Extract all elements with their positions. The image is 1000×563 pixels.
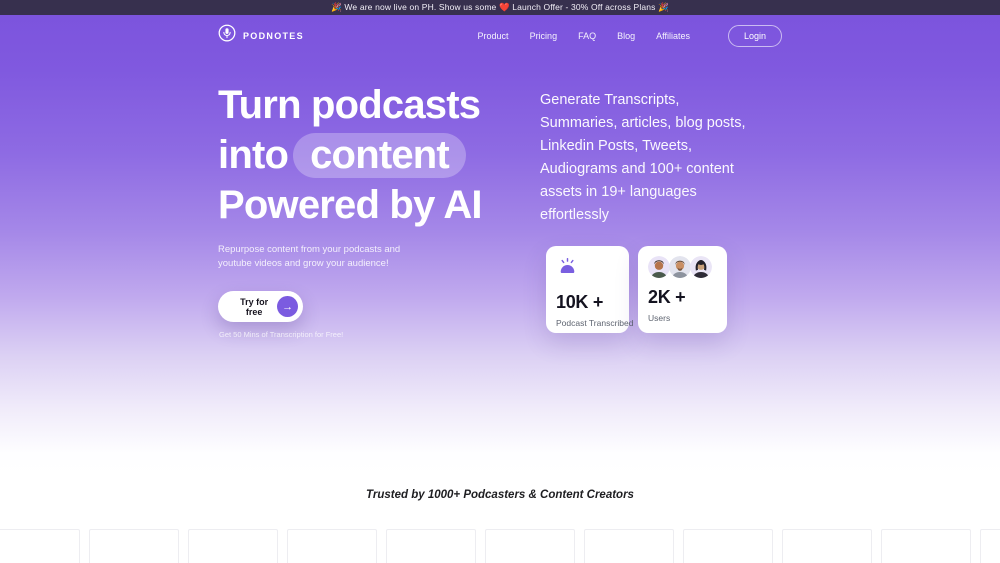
stats-row: 10K + Podcast Transcribed 2K + Users [546,246,727,333]
try-for-free-button[interactable]: Try for free → [218,291,303,322]
headline-line2-prefix: into [218,133,289,177]
nav-item-product[interactable]: Product [478,31,509,41]
hero-description-line: Generate Transcripts, [540,92,680,108]
nav-item-affiliates[interactable]: Affiliates [656,31,690,41]
logo-grid-cell [881,529,971,563]
nav-item-blog[interactable]: Blog [617,31,635,41]
logo-grid-cell [188,529,278,563]
page-title: Turn podcasts into content Powered by AI [218,80,483,230]
brand-logo[interactable]: PODNOTES [218,24,304,47]
logo-grid-cell [683,529,773,563]
hero-description-line: effortlessly [540,207,610,223]
stat-card-transcribed: 10K + Podcast Transcribed [546,246,634,333]
hero-subtext-line1: Repurpose content from your podcasts and [218,244,401,255]
logo-grid-cell [89,529,179,563]
hero-description: Generate Transcripts, Summaries, article… [540,89,746,227]
login-button[interactable]: Login [727,24,782,47]
arrow-right-icon: → [277,296,298,317]
stat-label: Podcast Transcribed [556,318,634,328]
microphone-stat-icon [556,256,619,283]
nav-item-pricing[interactable]: Pricing [530,31,558,41]
try-for-free-label: Try for free [240,296,269,317]
hero-description-line: assets in 19+ languages [540,184,697,200]
avatar [648,256,670,278]
brand-name: PODNOTES [243,30,304,41]
headline-highlight: content [293,133,466,178]
headline-line2: into content [218,130,482,180]
headline-line3: Powered by AI [218,183,483,227]
user-avatars [648,256,717,278]
main-nav: Product Pricing FAQ Blog Affiliates Logi… [478,24,782,47]
logo-grid-cell [980,529,1000,563]
logo-grid-cell [0,529,80,563]
logo-grid-cell [287,529,377,563]
logo-grid-cell [584,529,674,563]
trust-text: Trusted by 1000+ Podcasters & Content Cr… [366,489,634,501]
cta-note: Get 50 Mins of Transcription for Free! [219,330,344,339]
avatar [669,256,691,278]
podnotes-landing-page: 🎉 We are now live on PH. Show us some ❤️… [0,0,1000,563]
hero-description-line: Audiograms and 100+ content [540,161,734,177]
stat-card-users: 2K + Users [638,246,727,333]
announcement-banner: 🎉 We are now live on PH. Show us some ❤️… [0,0,1000,15]
stat-value: 2K + [648,287,686,307]
headline-line1: Turn podcasts [218,83,481,127]
logo-grid-cell [782,529,872,563]
announcement-text: 🎉 We are now live on PH. Show us some ❤️… [331,2,669,12]
microphone-logo-icon [218,24,236,47]
logo-grid [0,529,1000,563]
header: PODNOTES Product Pricing FAQ Blog Affili… [218,24,782,47]
hero-background [0,15,1000,477]
hero-subtext: Repurpose content from your podcasts and… [218,243,400,271]
stat-label: Users [648,313,671,323]
logo-grid-cell [386,529,476,563]
hero-description-line: Linkedin Posts, Tweets, [540,138,693,154]
stat-value: 10K + [556,292,604,312]
nav-item-faq[interactable]: FAQ [578,31,596,41]
logo-grid-cell [485,529,575,563]
hero-subtext-line2: youtube videos and grow your audience! [218,258,389,269]
avatar [690,256,712,278]
hero-description-line: Summaries, articles, blog posts, [540,115,746,131]
